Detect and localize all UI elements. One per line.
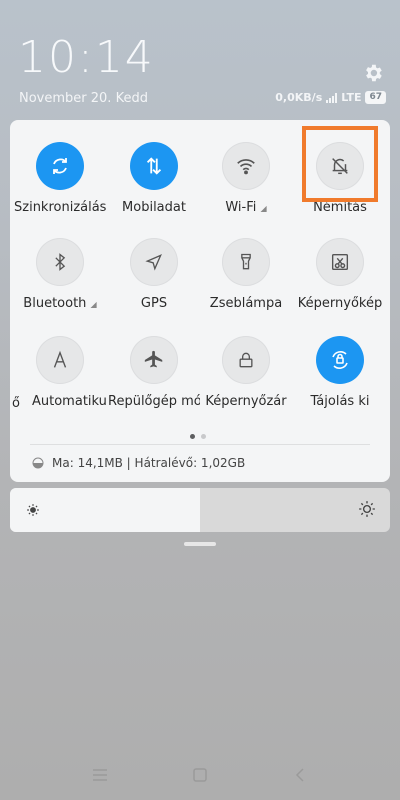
- lock-icon: [222, 336, 270, 384]
- highlight-box: [302, 126, 378, 202]
- page-dot: [201, 434, 206, 439]
- tile-label: Mobiladat: [122, 200, 186, 215]
- lockscreen-time: 10:14: [18, 32, 155, 83]
- page-dot-active: [190, 434, 195, 439]
- screenshot-icon: [316, 238, 364, 286]
- tile-label: Tájolás ki: [310, 394, 370, 409]
- divider: [30, 444, 370, 445]
- lockscreen-date: November 20. Kedd: [19, 91, 148, 106]
- drag-handle[interactable]: [184, 542, 216, 546]
- memory-pie-icon: [32, 457, 44, 469]
- quick-settings-panel: Szinkronizálás Mobiladat Wi-Fi ◢ Némítás: [10, 120, 390, 482]
- battery-icon: 67: [365, 91, 386, 104]
- memory-info[interactable]: Ma: 14,1MB | Hátralévő: 1,02GB: [32, 456, 245, 470]
- tile-screenshot[interactable]: Képernyőkép: [294, 238, 386, 311]
- tile-label: Wi-Fi ◢: [225, 200, 267, 215]
- tile-label: GPS: [140, 296, 168, 311]
- back-nav-icon[interactable]: [285, 760, 315, 790]
- wifi-icon: [222, 142, 270, 190]
- tile-mobile-data[interactable]: Mobiladat: [108, 142, 200, 215]
- tile-flashlight[interactable]: Zseblámpa: [200, 238, 292, 311]
- bluetooth-icon: [36, 238, 84, 286]
- tile-sync[interactable]: Szinkronizálás: [14, 142, 106, 215]
- flashlight-icon: [222, 238, 270, 286]
- tile-label: Némítás: [313, 200, 367, 215]
- tile-label: Képernyőzár: [205, 394, 287, 409]
- network-type: LTE: [341, 91, 362, 104]
- brightness-low-icon: [26, 502, 40, 521]
- tile-label: Zseblámpa: [209, 296, 283, 311]
- memory-text: Ma: 14,1MB | Hátralévő: 1,02GB: [52, 456, 246, 470]
- airplane-icon: [130, 336, 178, 384]
- tile-label: Automatikus fényerő: [32, 394, 106, 409]
- location-icon: [130, 238, 178, 286]
- tile-label: Szinkronizálás: [14, 200, 106, 215]
- brightness-slider[interactable]: [10, 488, 390, 532]
- tile-auto-brightness[interactable]: Automatikus fényerő: [14, 336, 106, 409]
- tile-label: Képernyőkép: [297, 296, 383, 311]
- tile-bluetooth[interactable]: Bluetooth ◢: [14, 238, 106, 311]
- page-indicator: [190, 434, 206, 439]
- sync-icon: [36, 142, 84, 190]
- tile-label: Bluetooth ◢: [23, 296, 97, 311]
- signal-icon: [326, 92, 338, 103]
- net-speed: 0,0KB/s: [275, 91, 323, 104]
- tile-airplane[interactable]: Repülőgép mód: [108, 336, 200, 409]
- settings-gear-icon[interactable]: [362, 62, 384, 84]
- tile-wifi[interactable]: Wi-Fi ◢: [200, 142, 292, 215]
- mobile-data-icon: [130, 142, 178, 190]
- auto-brightness-icon: [36, 336, 84, 384]
- status-bar: 0,0KB/s LTE 67: [275, 91, 386, 104]
- menu-nav-icon[interactable]: [85, 760, 115, 790]
- tile-rotation-lock[interactable]: Tájolás ki: [294, 336, 386, 409]
- home-nav-icon[interactable]: [185, 760, 215, 790]
- brightness-high-icon: [358, 500, 376, 522]
- tile-screen-lock[interactable]: Képernyőzár: [200, 336, 292, 409]
- rotation-lock-icon: [316, 336, 364, 384]
- navigation-bar: [0, 750, 400, 800]
- tile-label: Repülőgép mód: [108, 394, 200, 409]
- tile-gps[interactable]: GPS: [108, 238, 200, 311]
